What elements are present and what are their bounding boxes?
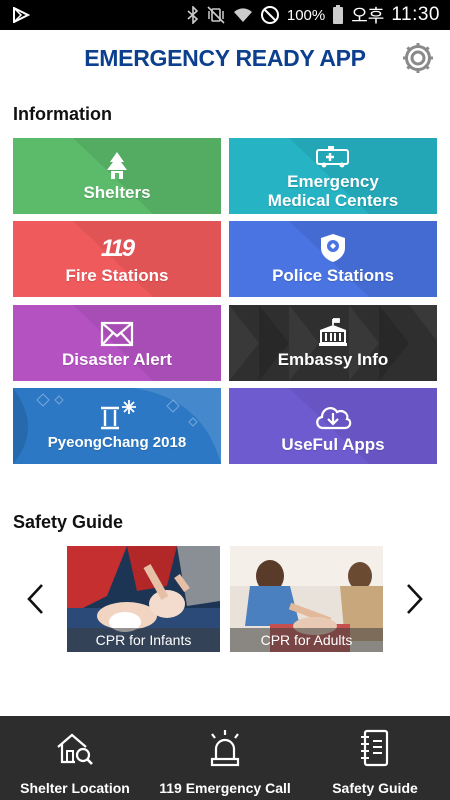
envelope-icon (100, 317, 134, 347)
tile-fire-stations[interactable]: 119 Fire Stations (13, 221, 221, 297)
tile-label: Fire Stations (65, 266, 169, 285)
tile-emergency-medical-centers[interactable]: Emergency Medical Centers (229, 138, 437, 214)
bottom-navigation: Shelter Location 119 Emergency Call Safe… (0, 716, 450, 800)
notebook-icon (355, 728, 395, 768)
nav-shelter-location[interactable]: Shelter Location (0, 716, 150, 800)
nav-label: Safety Guide (332, 780, 418, 796)
tile-label: Emergency Medical Centers (267, 171, 399, 210)
nav-119-emergency-call[interactable]: 119 Emergency Call (150, 716, 300, 800)
tile-label: Police Stations (272, 266, 394, 285)
information-section-title: Information (13, 104, 112, 124)
do-not-disturb-icon (260, 6, 279, 24)
tile-label: Shelters (83, 183, 151, 202)
wifi-icon (233, 8, 252, 22)
app-screen: 100% 오후 11:30 EMERGENCY READY APP Inform… (0, 0, 450, 800)
guide-card-cpr-infants[interactable]: CPR for Infants (67, 546, 220, 652)
guide-card-caption: CPR for Infants (67, 628, 220, 652)
house-search-icon (55, 728, 95, 768)
status-icons: 100% 오후 11:30 (187, 0, 440, 30)
shelter-icon (102, 150, 132, 180)
tile-shelters[interactable]: Shelters (13, 138, 221, 214)
tile-disaster-alert[interactable]: Disaster Alert (13, 305, 221, 381)
fire-119-icon: 119 (100, 235, 135, 262)
carousel-prev-arrow-icon[interactable] (24, 582, 48, 616)
safety-guide-section-title: Safety Guide (13, 512, 124, 532)
guide-card-cpr-adults[interactable]: CPR for Adults (230, 546, 383, 652)
tile-label: PyeongChang 2018 (47, 434, 187, 451)
embassy-building-icon (317, 317, 349, 347)
tile-label: UseFul Apps (281, 435, 385, 454)
app-header: EMERGENCY READY APP (0, 30, 450, 86)
pyeongchang-emblem-icon (95, 400, 139, 430)
status-bar: 100% 오후 11:30 (0, 0, 450, 30)
vibrate-mute-icon (207, 6, 225, 24)
time-period: 오후 (351, 6, 385, 26)
guide-card-caption: CPR for Adults (230, 628, 383, 652)
app-title: EMERGENCY READY APP (84, 44, 366, 71)
nav-safety-guide[interactable]: Safety Guide (300, 716, 450, 800)
tile-useful-apps[interactable]: UseFul Apps (229, 388, 437, 464)
nav-label: 119 Emergency Call (159, 780, 291, 796)
settings-gear-icon[interactable] (400, 40, 436, 76)
clock: 11:30 (391, 4, 440, 25)
nav-label: Shelter Location (20, 780, 130, 796)
siren-icon (205, 728, 245, 768)
bluetooth-icon (187, 6, 199, 24)
tile-label: Embassy Info (277, 350, 389, 369)
tile-police-stations[interactable]: Police Stations (229, 221, 437, 297)
ambulance-icon (315, 143, 351, 169)
carousel-next-arrow-icon[interactable] (402, 582, 426, 616)
tile-pyeongchang-2018[interactable]: PyeongChang 2018 (13, 388, 221, 464)
police-badge-icon (318, 233, 348, 263)
tile-label: Disaster Alert (62, 350, 172, 369)
tile-embassy-info[interactable]: Embassy Info (229, 305, 437, 381)
cloud-download-icon (313, 398, 353, 432)
play-store-icon (13, 7, 30, 23)
battery-percent: 100% (286, 6, 326, 24)
battery-icon (333, 5, 344, 24)
